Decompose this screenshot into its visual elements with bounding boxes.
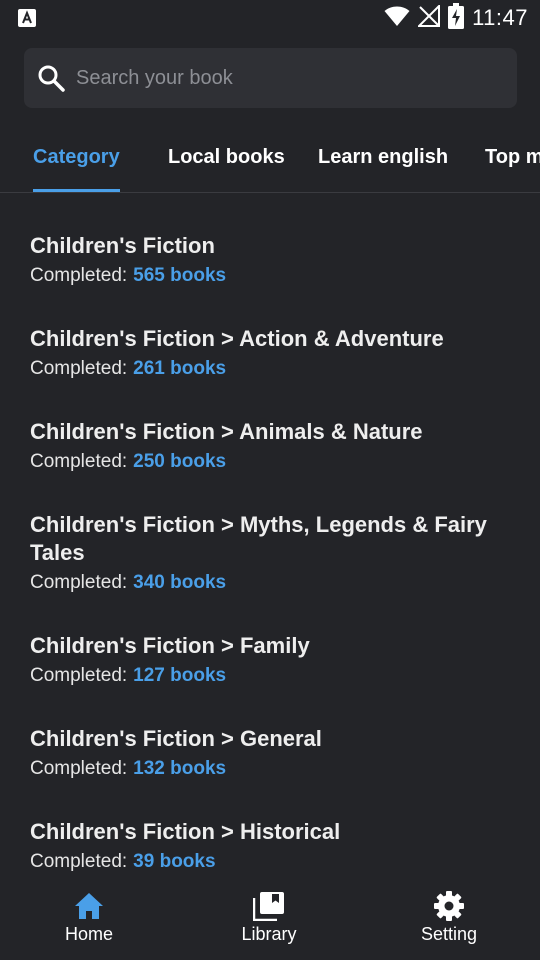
tab-learn-english[interactable]: Learn english bbox=[318, 128, 448, 192]
completed-label: Completed: bbox=[30, 665, 128, 686]
tab-top[interactable]: Top m bbox=[485, 128, 540, 192]
search-input[interactable] bbox=[76, 66, 517, 90]
book-count: 127 books bbox=[133, 665, 227, 686]
list-item[interactable]: Children's Fiction > Myths, Legends & Fa… bbox=[30, 511, 510, 597]
battery-charging-icon bbox=[448, 2, 465, 34]
search-bar[interactable] bbox=[24, 48, 517, 108]
category-meta: Completed: 132 books bbox=[30, 755, 510, 783]
list-item[interactable]: Children's Fiction > Action & Adventure … bbox=[30, 325, 510, 383]
book-count: 250 books bbox=[133, 451, 227, 472]
completed-label: Completed: bbox=[30, 265, 128, 286]
category-title: Children's Fiction > Animals & Nature bbox=[30, 419, 423, 444]
book-count: 565 books bbox=[133, 265, 227, 286]
bottom-navigation: Home Library Setting bbox=[0, 886, 540, 960]
library-icon bbox=[253, 890, 285, 922]
notification-app-icon bbox=[18, 9, 36, 32]
category-meta: Completed: 39 books bbox=[30, 848, 510, 876]
list-item[interactable]: Children's Fiction > Animals & Nature Co… bbox=[30, 418, 510, 476]
book-count: 340 books bbox=[133, 572, 227, 593]
status-bar: 11:47 bbox=[0, 0, 540, 36]
category-tabs: Category Local books Learn english Top m bbox=[0, 128, 540, 193]
wifi-icon bbox=[384, 5, 410, 32]
book-count: 261 books bbox=[133, 358, 227, 379]
category-list[interactable]: Children's Fiction Completed: 565 books C… bbox=[0, 193, 540, 886]
nav-home[interactable]: Home bbox=[34, 890, 144, 956]
tab-local-books[interactable]: Local books bbox=[168, 128, 285, 192]
category-title: Children's Fiction > Myths, Legends & Fa… bbox=[30, 512, 487, 565]
nav-home-label: Home bbox=[64, 924, 113, 944]
category-meta: Completed: 250 books bbox=[30, 448, 510, 476]
nav-setting-label: Setting bbox=[420, 924, 478, 944]
category-title: Children's Fiction > General bbox=[30, 726, 322, 751]
category-title: Children's Fiction > Action & Adventure bbox=[30, 326, 444, 351]
gear-icon bbox=[433, 890, 465, 922]
completed-label: Completed: bbox=[30, 851, 128, 872]
book-count: 132 books bbox=[133, 758, 227, 779]
completed-label: Completed: bbox=[30, 358, 128, 379]
status-icons: 11:47 bbox=[384, 2, 528, 34]
list-item[interactable]: Children's Fiction > General Completed: 1… bbox=[30, 725, 510, 783]
list-item[interactable]: Children's Fiction Completed: 565 books bbox=[30, 232, 510, 290]
category-title: Children's Fiction > Historical bbox=[30, 819, 341, 844]
book-count: 39 books bbox=[133, 851, 216, 872]
category-meta: Completed: 565 books bbox=[30, 262, 510, 290]
nav-library-label: Library bbox=[241, 924, 297, 944]
completed-label: Completed: bbox=[30, 451, 128, 472]
home-icon bbox=[73, 890, 105, 922]
category-meta: Completed: 340 books bbox=[30, 569, 510, 597]
nav-library[interactable]: Library bbox=[214, 890, 324, 956]
completed-label: Completed: bbox=[30, 758, 128, 779]
category-meta: Completed: 127 books bbox=[30, 662, 510, 690]
search-icon[interactable] bbox=[36, 63, 66, 93]
completed-label: Completed: bbox=[30, 572, 128, 593]
category-title: Children's Fiction > Family bbox=[30, 633, 310, 658]
list-item[interactable]: Children's Fiction > Family Completed: 12… bbox=[30, 632, 510, 690]
nav-setting[interactable]: Setting bbox=[394, 890, 504, 956]
tab-category[interactable]: Category bbox=[33, 128, 120, 192]
no-signal-icon bbox=[416, 3, 441, 32]
category-meta: Completed: 261 books bbox=[30, 355, 510, 383]
list-item[interactable]: Children's Fiction > Historical Complete… bbox=[30, 818, 510, 876]
category-title: Children's Fiction bbox=[30, 233, 215, 258]
status-time: 11:47 bbox=[472, 5, 528, 30]
